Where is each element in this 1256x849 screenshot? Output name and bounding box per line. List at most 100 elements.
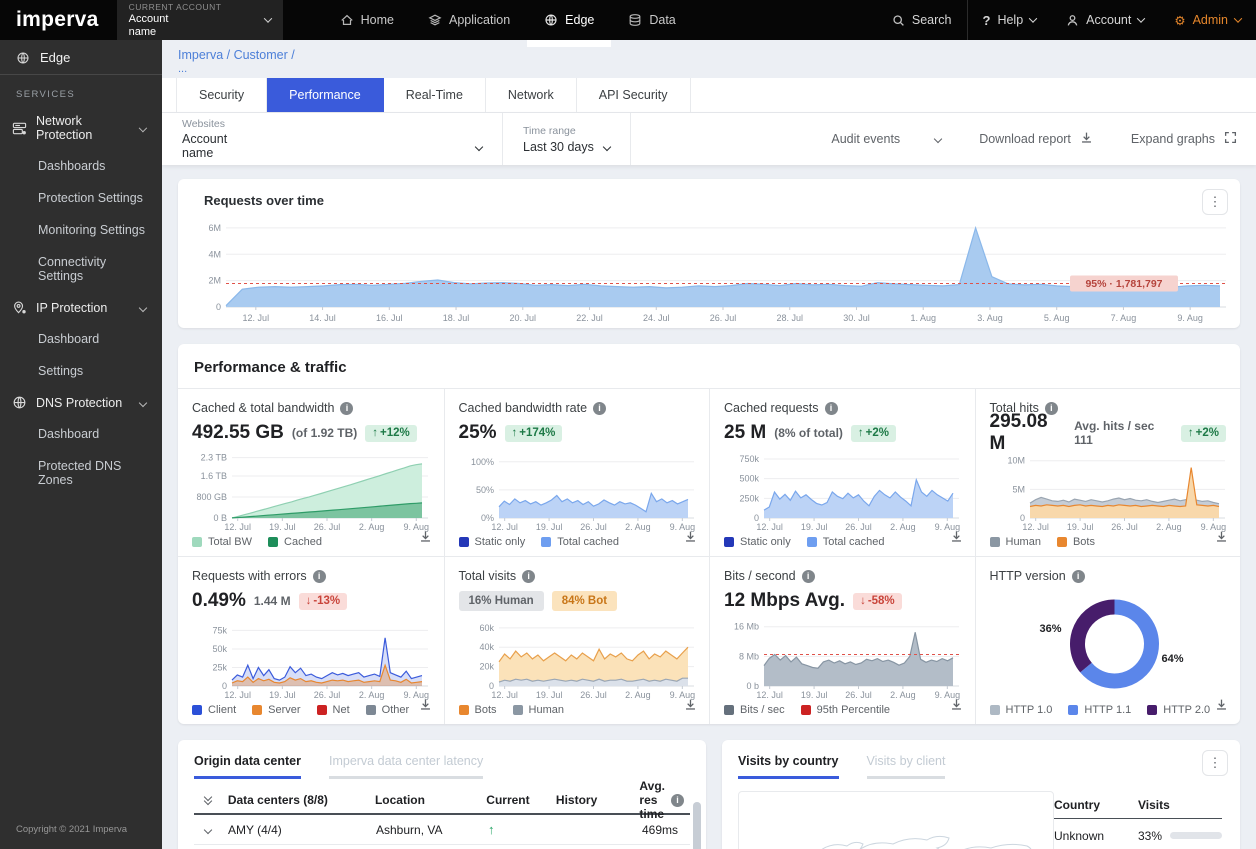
download-icon[interactable] [419,698,432,716]
tab-api-security[interactable]: API Security [576,78,691,112]
sidebar-item-connectivity-settings[interactable]: Connectivity Settings [0,246,162,292]
download-icon[interactable] [684,530,697,548]
sidebar-item-settings[interactable]: Settings [0,355,162,387]
metric-card-bits-second: Bits / second i 12 Mbps Avg. ↓ -58% 0 b8 M… [709,556,975,724]
table-row: AMY API (3/3) ↑ 696ms [194,845,690,849]
svg-text:12. Jul: 12. Jul [224,690,251,700]
data-center-location: Ashburn, VA [376,822,443,837]
svg-text:2. Aug: 2. Aug [359,690,385,700]
tab-real-time[interactable]: Real-Time [383,78,486,112]
kebab-menu[interactable]: ⋮ [1202,750,1228,776]
svg-text:12. Jul: 12. Jul [756,522,783,532]
sidebar-group-network-protection[interactable]: Network Protection [0,106,162,150]
svg-text:40k: 40k [479,642,494,652]
legend-item: HTTP 1.1 [1068,704,1131,716]
download-icon[interactable] [419,530,432,548]
info-icon[interactable]: i [1071,569,1085,583]
tab-origin-data-center[interactable]: Origin data center [194,754,301,779]
legend-swatch [316,705,327,715]
kebab-menu[interactable]: ⋮ [1202,189,1228,215]
legend-item: Total cached [541,536,619,548]
sidebar-group-ip-protection[interactable]: IP Protection [0,292,162,323]
legend-swatch [800,705,811,715]
account-menu[interactable]: Account [1051,0,1159,40]
trend-arrow-icon: ↓ [860,595,866,607]
svg-text:18. Jul: 18. Jul [443,313,470,323]
legend-label: HTTP 1.0 [1005,704,1053,716]
legend-swatch [1068,705,1079,715]
audit-events-dropdown[interactable]: Audit events [812,113,960,165]
download-icon[interactable] [1215,698,1228,716]
sidebar-item-monitoring-settings[interactable]: Monitoring Settings [0,214,162,246]
download-icon[interactable] [1215,530,1228,548]
expand-graphs-button[interactable]: Expand graphs [1112,113,1256,165]
legend-label: HTTP 2.0 [1163,704,1211,716]
download-icon[interactable] [950,530,963,548]
tab-visits-by-country[interactable]: Visits by country [738,754,839,779]
info-icon[interactable]: i [593,401,607,415]
legend-label: Total cached [557,536,620,548]
data-icon [628,13,642,27]
legend-label: Bits / sec [740,704,785,716]
info-icon[interactable]: i [670,793,684,807]
download-report-button[interactable]: Download report [960,113,1112,165]
download-icon[interactable] [684,698,697,716]
info-icon[interactable]: i [824,401,838,415]
metric-value-row: 25% ↑ +174% [459,421,696,445]
tab-imperva-data-center-latency[interactable]: Imperva data center latency [328,754,484,779]
websites-filter[interactable]: Websites Account name [162,118,502,161]
scrollbar-thumb[interactable] [693,802,701,849]
search-button[interactable]: Search [877,0,967,40]
performance-traffic-title: Performance & traffic [194,359,347,376]
sidebar-item-dashboards[interactable]: Dashboards [0,150,162,182]
help-menu[interactable]: ? Help [968,0,1052,40]
sidebar-item-edge[interactable]: Edge [0,40,162,74]
download-icon[interactable] [950,698,963,716]
dashboard-content: Requests over time ⋮ 0 2M 4M 6M 95% · 1,781,… [162,165,1256,849]
chart-legend: Static only Total cached [458,536,696,548]
nav-item-data[interactable]: Data [611,0,692,40]
nav-item-label: Edge [565,13,595,27]
scrollbar[interactable] [693,802,701,849]
tab-network[interactable]: Network [485,78,577,112]
info-icon[interactable]: i [312,569,326,583]
sidebar-item-dashboard[interactable]: Dashboard [0,418,162,450]
current-account-selector[interactable]: CURRENT ACCOUNT Account name [116,0,283,40]
svg-text:10M: 10M [1007,456,1025,466]
chevron-down-icon[interactable] [203,825,213,834]
info-icon[interactable]: i [801,569,815,583]
admin-menu[interactable]: ⚙ Admin [1159,0,1256,40]
breadcrumb[interactable]: Imperva / Customer / ... [162,40,1256,78]
info-icon[interactable]: i [340,401,354,415]
metric-value: 25 M [724,422,767,443]
sidebar-item-dashboard[interactable]: Dashboard [0,323,162,355]
svg-text:30. Jul: 30. Jul [843,313,870,323]
sidebar-group-dns-protection[interactable]: DNS Protection [0,387,162,418]
world-map [738,791,1054,849]
sidebar: Edge SERVICES Network Protection Dashboa… [0,40,162,849]
time-range-value: Last 30 days [523,139,594,154]
legend-item: Bits / sec [724,704,785,716]
expand-all-icon[interactable] [203,792,213,806]
tab-performance[interactable]: Performance [267,78,384,112]
time-range-label: Time range [523,124,576,137]
chevron-down-icon [138,303,148,312]
tab-visits-by-client[interactable]: Visits by client [866,754,946,779]
trend-badge: ↑ +12% [365,424,417,442]
chevron-down-icon [933,134,943,144]
svg-text:25k: 25k [212,662,227,672]
time-range-filter[interactable]: Time range Last 30 days [503,125,630,154]
cached-requests-chart: 0 250k 500k 750k 12. Jul 19. Jul 26. Jul 2. Aug… [724,449,961,533]
svg-text:12. Jul: 12. Jul [1022,522,1049,532]
info-icon[interactable]: i [522,569,536,583]
nav-item-application[interactable]: Application [411,0,527,40]
imperva-logo[interactable]: imperva [0,0,117,40]
audit-events-label: Audit events [831,132,901,146]
ip-protection-icon [12,300,27,315]
nav-item-home[interactable]: Home [323,0,411,40]
sidebar-item-protected-dns-zones[interactable]: Protected DNS Zones [0,450,162,496]
home-icon [340,13,354,27]
tab-security[interactable]: Security [176,78,268,112]
nav-item-edge[interactable]: Edge [527,0,612,47]
sidebar-item-protection-settings[interactable]: Protection Settings [0,182,162,214]
